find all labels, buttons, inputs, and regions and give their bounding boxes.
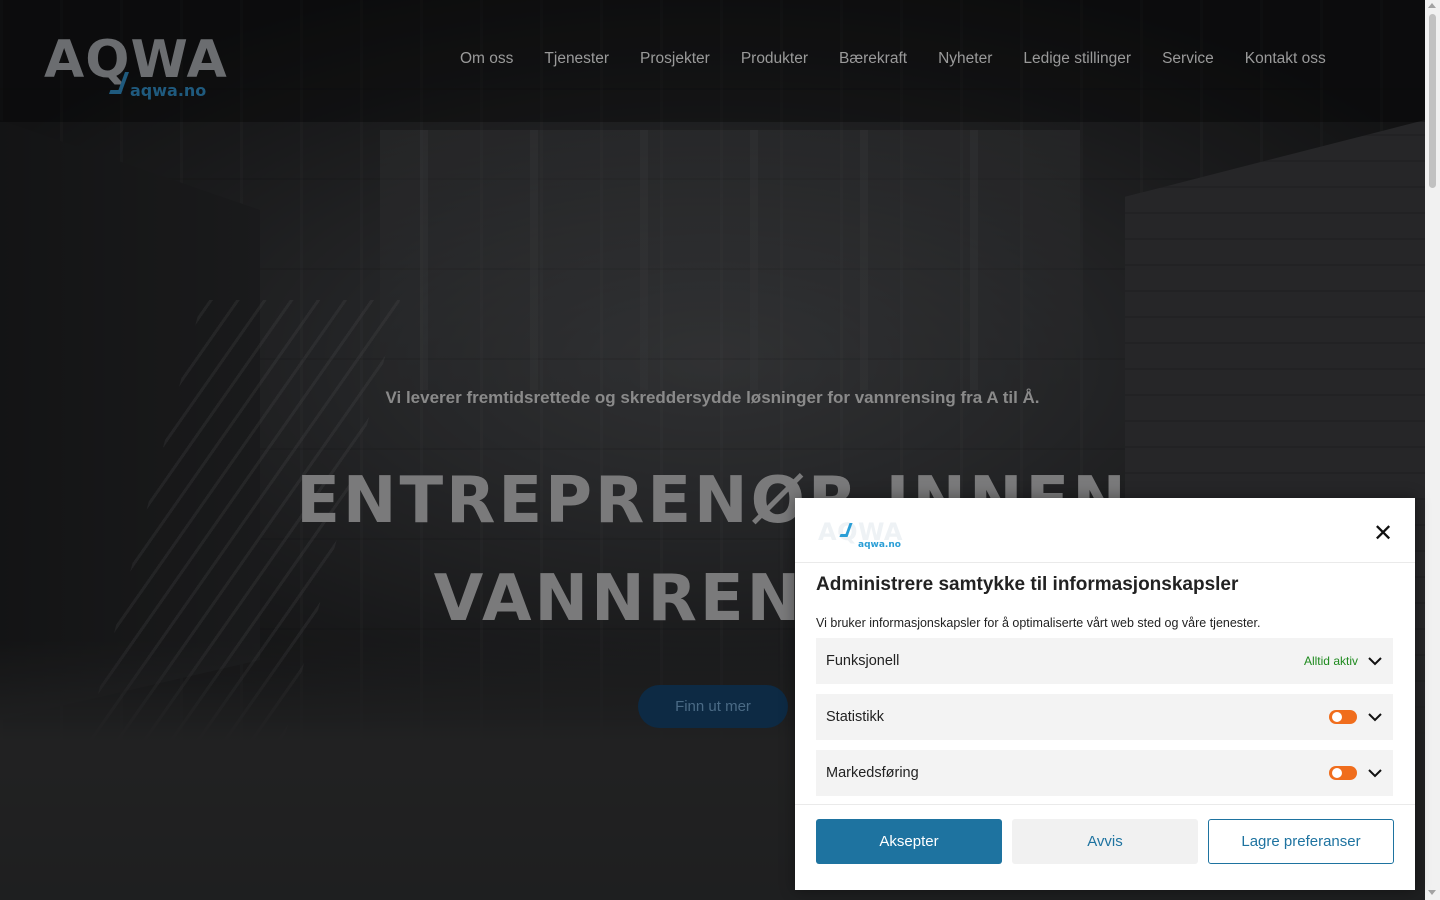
consent-logo-subtext: aqwa.no <box>858 540 901 550</box>
page-scrollbar[interactable] <box>1425 0 1440 900</box>
nav-item-om-oss[interactable]: Om oss <box>460 50 513 68</box>
logo-wordmark: AQWA <box>44 30 228 90</box>
find-out-more-button[interactable]: Finn ut mer <box>638 685 788 728</box>
deny-button[interactable]: Avvis <box>1012 819 1198 864</box>
always-active-status: Alltid aktiv <box>1303 654 1358 668</box>
markedsforing-toggle[interactable] <box>1329 766 1357 780</box>
nav-item-baerekraft[interactable]: Bærekraft <box>839 50 907 68</box>
consent-category-funksjonell[interactable]: Funksjonell Alltid aktiv <box>816 638 1393 684</box>
scrollbar-thumb[interactable] <box>1429 14 1436 188</box>
nav-item-produkter[interactable]: Produkter <box>741 50 808 68</box>
nav-item-ledige-stillinger[interactable]: Ledige stillinger <box>1023 50 1131 68</box>
consent-header: AQWA aqwa.no ✕ <box>795 498 1415 563</box>
hero-tagline: Vi leverer fremtidsrettede og skreddersy… <box>385 388 1040 407</box>
chevron-down-icon[interactable] <box>1367 653 1383 669</box>
nav-item-service[interactable]: Service <box>1162 50 1214 68</box>
category-label: Statistikk <box>826 709 885 725</box>
accept-button[interactable]: Aksepter <box>816 819 1002 864</box>
category-label: Funksjonell <box>826 653 900 669</box>
category-label: Markedsføring <box>826 765 919 781</box>
scroll-up-arrow-icon[interactable] <box>1428 3 1436 8</box>
logo-subtext: aqwa.no <box>130 81 207 100</box>
cookie-consent-dialog: AQWA aqwa.no ✕ Administrere samtykke til… <box>795 498 1415 890</box>
toggle-knob <box>1332 768 1342 778</box>
consent-category-markedsforing[interactable]: Markedsføring <box>816 750 1393 796</box>
site-logo[interactable]: AQWA aqwa.no <box>44 30 228 102</box>
consent-logo: AQWA aqwa.no <box>818 520 902 554</box>
statistikk-toggle[interactable] <box>1329 710 1357 724</box>
chevron-down-icon[interactable] <box>1367 765 1383 781</box>
save-preferences-button[interactable]: Lagre preferanser <box>1208 819 1394 864</box>
consent-title: Administrere samtykke til informasjonska… <box>816 574 1239 595</box>
nav-item-kontakt-oss[interactable]: Kontakt oss <box>1245 50 1326 68</box>
consent-category-statistikk[interactable]: Statistikk <box>816 694 1393 740</box>
toggle-knob <box>1332 712 1342 722</box>
nav-item-prosjekter[interactable]: Prosjekter <box>640 50 710 68</box>
nav-item-nyheter[interactable]: Nyheter <box>938 50 992 68</box>
site-header: AQWA aqwa.no Om oss Tjenester Prosjekter… <box>0 0 1425 122</box>
chevron-down-icon[interactable] <box>1367 709 1383 725</box>
main-nav: Om oss Tjenester Prosjekter Produkter Bæ… <box>460 50 1326 68</box>
scroll-down-arrow-icon[interactable] <box>1428 890 1436 895</box>
close-icon[interactable]: ✕ <box>1372 521 1394 545</box>
consent-description: Vi bruker informasjonskapsler for å opti… <box>816 616 1261 630</box>
nav-item-tjenester[interactable]: Tjenester <box>544 50 609 68</box>
